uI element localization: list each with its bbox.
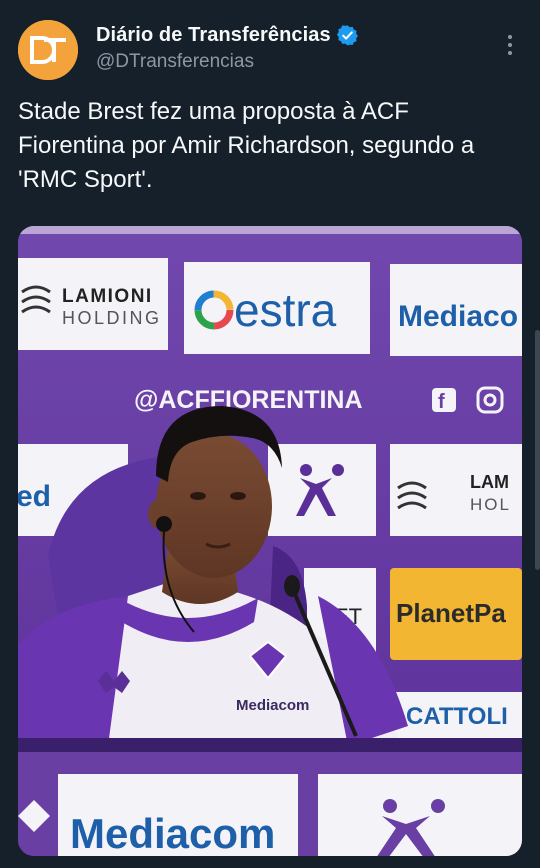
lamioni-text-1: LAMIONI — [62, 286, 153, 307]
tweet-text: Stade Brest fez uma proposta à ACF Fiore… — [18, 98, 475, 193]
planetpay-text: PlanetPa — [396, 598, 506, 628]
more-options-button[interactable] — [498, 30, 522, 60]
svg-text:f: f — [438, 391, 445, 413]
scrollbar[interactable] — [535, 330, 540, 570]
estra-text: estra — [234, 284, 337, 336]
bottom-mediacom-text: Mediacom — [70, 810, 275, 856]
tweet-media-image[interactable]: LAMIONI HOLDING estra Mediaco @ACFFIOREN… — [18, 226, 522, 856]
account-avatar[interactable] — [18, 20, 78, 80]
display-name[interactable]: Diário de Transferências — [96, 24, 331, 47]
more-vertical-icon — [508, 35, 512, 39]
mediacom-text: Mediaco — [398, 300, 518, 333]
account-handle[interactable]: @DTransferencias — [96, 51, 254, 73]
lam-right-text-2: HOL — [470, 495, 511, 514]
earpiece-icon — [156, 516, 172, 532]
ed-fragment: ed — [18, 480, 51, 513]
verified-badge-icon — [336, 25, 358, 46]
press-conference-photo: LAMIONI HOLDING estra Mediaco @ACFFIOREN… — [18, 226, 522, 856]
lam-right-text-1: LAM — [470, 472, 509, 492]
shirt-sponsor-text: Mediacom — [236, 697, 309, 714]
account-name-row: Diário de Transferências — [96, 24, 358, 47]
tweet: Diário de Transferências @DTransferencia… — [0, 0, 540, 868]
cattolica-text: CATTOLI — [406, 703, 508, 730]
desk-edge — [18, 738, 522, 752]
avatar-logo — [18, 20, 78, 80]
club-handle-text: @ACFFIORENTINA — [134, 386, 363, 414]
lamioni-text-2: HOLDING — [62, 308, 162, 328]
